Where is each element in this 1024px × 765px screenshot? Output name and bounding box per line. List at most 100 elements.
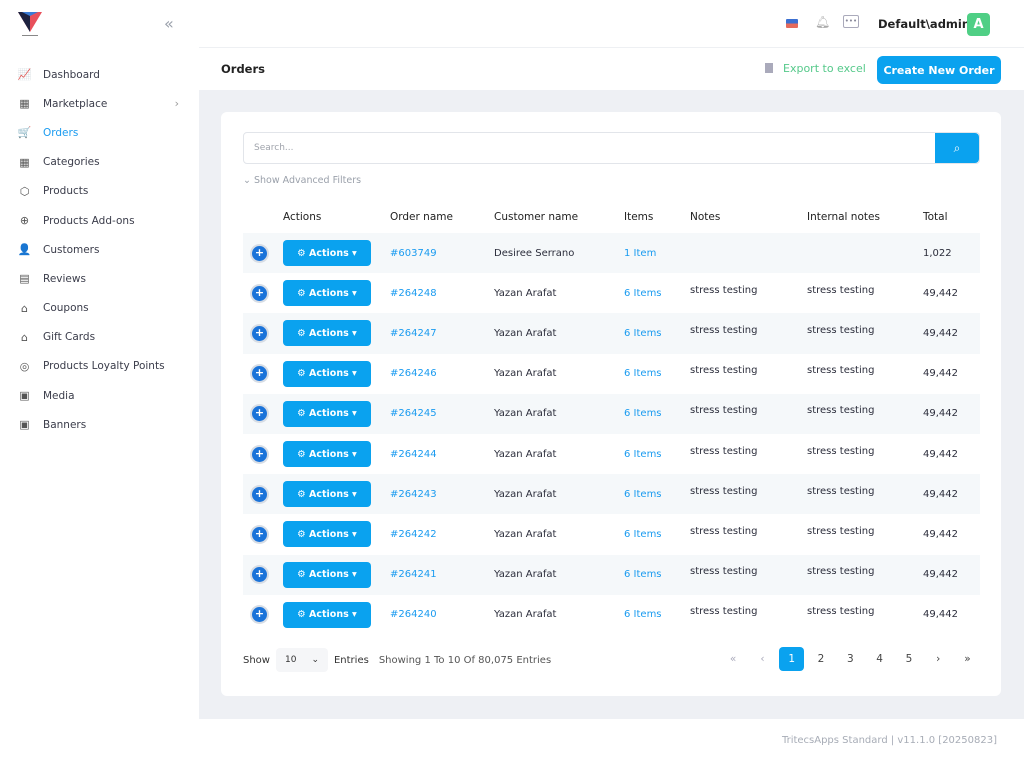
items-link[interactable]: 6 Items bbox=[624, 609, 690, 620]
actions-dropdown-button[interactable]: ⚙ Actions ▾ bbox=[283, 240, 371, 267]
search-input[interactable] bbox=[244, 133, 935, 163]
items-link[interactable]: 6 Items bbox=[624, 328, 690, 339]
expand-row-icon[interactable]: + bbox=[252, 406, 267, 422]
page-button[interactable]: 2 bbox=[809, 647, 834, 671]
sidebar-item-media[interactable]: ▣ Media bbox=[0, 381, 199, 410]
actions-dropdown-button[interactable]: ⚙ Actions ▾ bbox=[283, 360, 371, 387]
actions-dropdown-button[interactable]: ⚙ Actions ▾ bbox=[283, 441, 371, 468]
total: 49,442 bbox=[923, 609, 958, 621]
page-button[interactable]: 4 bbox=[867, 647, 892, 671]
actions-dropdown-button[interactable]: ⚙ Actions ▾ bbox=[283, 280, 371, 307]
page-button[interactable]: 5 bbox=[896, 647, 921, 671]
items-link[interactable]: 6 Items bbox=[624, 368, 690, 379]
order-link[interactable]: #264245 bbox=[390, 408, 494, 419]
language-flag-icon[interactable] bbox=[786, 19, 798, 28]
total: 49,442 bbox=[923, 528, 958, 540]
logo bbox=[18, 12, 42, 36]
actions-dropdown-button[interactable]: ⚙ Actions ▾ bbox=[283, 481, 371, 508]
show-advanced-filters[interactable]: ⌄ Show Advanced Filters bbox=[243, 175, 361, 186]
table-row: + ⚙ Actions ▾ #264241 Yazan Arafat 6 Ite… bbox=[243, 554, 980, 595]
order-link[interactable]: #264246 bbox=[390, 368, 494, 379]
create-new-order-button[interactable]: Create New Order bbox=[877, 56, 1001, 84]
actions-dropdown-button[interactable]: ⚙ Actions ▾ bbox=[283, 400, 371, 427]
page-button[interactable]: 3 bbox=[838, 647, 863, 671]
image-icon: ▣ bbox=[19, 389, 30, 403]
actions-label: Actions ▾ bbox=[309, 368, 357, 380]
collapse-sidebar-icon[interactable]: « bbox=[164, 14, 174, 33]
sidebar-item-label: Marketplace bbox=[43, 97, 108, 110]
order-link[interactable]: #264248 bbox=[390, 288, 494, 299]
sidebar-item-products-loyalty-points[interactable]: ◎ Products Loyalty Points bbox=[0, 352, 199, 381]
table-row: + ⚙ Actions ▾ #264243 Yazan Arafat 6 Ite… bbox=[243, 474, 980, 515]
sidebar-item-label: Gift Cards bbox=[43, 331, 96, 344]
sidebar-item-orders[interactable]: 🛒 Orders bbox=[0, 118, 199, 147]
items-link[interactable]: 6 Items bbox=[624, 449, 690, 460]
order-link[interactable]: #264243 bbox=[390, 489, 494, 500]
total: 49,442 bbox=[923, 488, 958, 500]
expand-row-icon[interactable]: + bbox=[252, 446, 267, 462]
bell-icon[interactable]: 🔔︎ bbox=[815, 15, 830, 29]
actions-dropdown-button[interactable]: ⚙ Actions ▾ bbox=[283, 601, 371, 628]
items-link[interactable]: 6 Items bbox=[624, 408, 690, 419]
page-size-select[interactable]: 10 ⌄ bbox=[275, 648, 328, 672]
sidebar-item-label: Orders bbox=[43, 126, 79, 139]
search-button[interactable]: ⌕ bbox=[935, 133, 979, 163]
sidebar-item-coupons[interactable]: ⌂ Coupons bbox=[0, 294, 199, 323]
order-link[interactable]: #264244 bbox=[390, 449, 494, 460]
internal-notes: stress testing bbox=[807, 525, 875, 537]
export-excel-link[interactable]: Export to excel bbox=[765, 62, 866, 75]
sidebar-item-reviews[interactable]: ▤ Reviews bbox=[0, 264, 199, 293]
customer-name: Yazan Arafat bbox=[494, 569, 557, 581]
sidebar-item-label: Banners bbox=[43, 418, 87, 431]
items-link[interactable]: 6 Items bbox=[624, 288, 690, 299]
items-link[interactable]: 1 Item bbox=[624, 248, 690, 259]
actions-dropdown-button[interactable]: ⚙ Actions ▾ bbox=[283, 320, 371, 347]
sidebar-item-gift-cards[interactable]: ⌂ Gift Cards bbox=[0, 323, 199, 352]
sidebar-item-label: Dashboard bbox=[43, 68, 100, 81]
expand-row-icon[interactable]: + bbox=[252, 325, 267, 341]
order-link[interactable]: #264240 bbox=[390, 609, 494, 620]
page-button[interactable]: 1 bbox=[779, 647, 805, 671]
sidebar-item-categories[interactable]: ▦ Categories bbox=[0, 148, 199, 177]
sidebar-item-dashboard[interactable]: 📈 Dashboard bbox=[0, 60, 199, 89]
order-link[interactable]: #264242 bbox=[390, 529, 494, 540]
last-page-button[interactable]: » bbox=[955, 647, 980, 671]
sidebar-item-banners[interactable]: ▣ Banners bbox=[0, 410, 199, 439]
page-header: Orders Export to excel Create New Order bbox=[199, 48, 1024, 90]
order-link[interactable]: #264241 bbox=[390, 569, 494, 580]
sidebar-item-products-add-ons[interactable]: ⊕ Products Add-ons bbox=[0, 206, 199, 235]
coins-icon: ◎ bbox=[19, 359, 30, 373]
excel-file-icon bbox=[765, 63, 773, 73]
order-link[interactable]: #603749 bbox=[390, 248, 494, 259]
sidebar-item-customers[interactable]: 👤 Customers bbox=[0, 235, 199, 264]
expand-row-icon[interactable]: + bbox=[252, 526, 267, 542]
expand-row-icon[interactable]: + bbox=[252, 607, 267, 623]
order-link[interactable]: #264247 bbox=[390, 328, 494, 339]
box-icon: ⬡ bbox=[19, 184, 30, 198]
prev-page-button[interactable]: ‹ bbox=[750, 647, 775, 671]
next-page-button[interactable]: › bbox=[926, 647, 951, 671]
items-link[interactable]: 6 Items bbox=[624, 529, 690, 540]
items-link[interactable]: 6 Items bbox=[624, 489, 690, 500]
first-page-button[interactable]: « bbox=[721, 647, 746, 671]
sidebar-item-marketplace[interactable]: ▦ Marketplace › bbox=[0, 89, 199, 118]
expand-row-icon[interactable]: + bbox=[252, 486, 267, 502]
items-link[interactable]: 6 Items bbox=[624, 569, 690, 580]
expand-row-icon[interactable]: + bbox=[252, 245, 267, 261]
actions-label: Actions ▾ bbox=[309, 448, 357, 460]
sidebar-item-products[interactable]: ⬡ Products bbox=[0, 177, 199, 206]
actions-dropdown-button[interactable]: ⚙ Actions ▾ bbox=[283, 561, 371, 588]
gear-icon: ⚙ bbox=[297, 408, 306, 420]
expand-row-icon[interactable]: + bbox=[252, 366, 267, 382]
actions-dropdown-button[interactable]: ⚙ Actions ▾ bbox=[283, 521, 371, 548]
expand-row-icon[interactable]: + bbox=[252, 567, 267, 583]
notes: stress testing bbox=[690, 566, 758, 578]
table-row: + ⚙ Actions ▾ #264245 Yazan Arafat 6 Ite… bbox=[243, 393, 980, 434]
user-name[interactable]: Default\admin bbox=[878, 17, 970, 31]
expand-row-icon[interactable]: + bbox=[252, 285, 267, 301]
column-header: Order name bbox=[390, 210, 453, 223]
avatar[interactable]: A bbox=[967, 13, 990, 36]
chat-icon[interactable]: ••• bbox=[843, 15, 859, 28]
customer-name: Yazan Arafat bbox=[494, 609, 557, 621]
chevron-right-icon: › bbox=[174, 97, 179, 111]
